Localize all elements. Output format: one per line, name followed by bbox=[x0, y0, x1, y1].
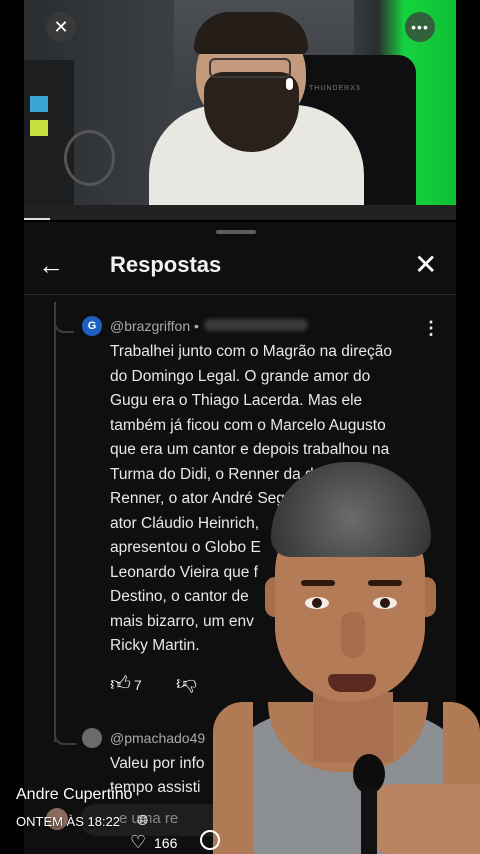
comment-author[interactable]: @brazgriffon • bbox=[110, 318, 199, 334]
more-options-button[interactable]: ••• bbox=[405, 12, 435, 42]
more-vertical-icon[interactable]: ⋮ bbox=[422, 318, 440, 339]
drag-handle[interactable] bbox=[216, 230, 256, 234]
nose bbox=[341, 612, 365, 658]
globe-icon: 🌐︎ bbox=[137, 812, 149, 828]
sticky-note-green bbox=[30, 120, 48, 136]
person-hair bbox=[194, 12, 308, 54]
thread-connector bbox=[54, 315, 74, 333]
hair bbox=[271, 462, 431, 557]
thumbs-down-icon[interactable]: 👍︎ bbox=[176, 672, 197, 696]
mouth bbox=[328, 674, 376, 692]
creator-overlay-video bbox=[213, 462, 480, 854]
panel-title: Respostas bbox=[110, 252, 222, 277]
post-author[interactable]: Andre Cupertino bbox=[16, 786, 133, 804]
shelf bbox=[24, 60, 74, 220]
avatar[interactable]: G bbox=[82, 316, 102, 336]
lamp bbox=[64, 130, 115, 186]
comment-icon[interactable] bbox=[200, 830, 220, 850]
pupil bbox=[312, 598, 322, 608]
eyebrow bbox=[368, 580, 402, 586]
sticky-note-blue bbox=[30, 96, 48, 112]
person-glasses bbox=[209, 58, 291, 78]
more-horizontal-icon: ••• bbox=[411, 19, 429, 35]
thumbs-up-icon[interactable]: 👍︎ bbox=[110, 672, 131, 696]
divider bbox=[24, 294, 456, 295]
post-date: ONTEM ÀS 18:22 bbox=[16, 814, 121, 829]
reaction-count: 166 bbox=[154, 835, 178, 851]
like-count: 7 bbox=[134, 677, 142, 693]
eyebrow bbox=[301, 580, 335, 586]
arrow-left-icon[interactable]: ← bbox=[38, 250, 64, 281]
chair-label: THUNDERX3 bbox=[309, 85, 361, 92]
reply-author[interactable]: @pmachado49 bbox=[110, 730, 205, 746]
shoulder bbox=[213, 702, 253, 854]
close-icon: ✕ bbox=[53, 16, 69, 37]
reply-placeholder: e uma re bbox=[119, 810, 179, 827]
close-video-button[interactable]: ✕ bbox=[46, 12, 76, 42]
video-progress-bar[interactable] bbox=[24, 218, 50, 220]
close-icon[interactable]: ✕ bbox=[414, 248, 437, 281]
neck bbox=[313, 692, 393, 762]
desk bbox=[24, 205, 456, 220]
thread-line bbox=[54, 302, 56, 742]
redacted-timestamp bbox=[204, 319, 308, 331]
heart-icon[interactable]: ♡ bbox=[130, 832, 146, 853]
microphone-body bbox=[361, 787, 377, 854]
thread-connector bbox=[54, 727, 76, 745]
avatar[interactable] bbox=[82, 728, 102, 748]
video-frame[interactable]: THUNDERX3 bbox=[24, 0, 456, 220]
pupil bbox=[380, 598, 390, 608]
hand bbox=[363, 784, 480, 854]
earbud bbox=[286, 78, 293, 90]
